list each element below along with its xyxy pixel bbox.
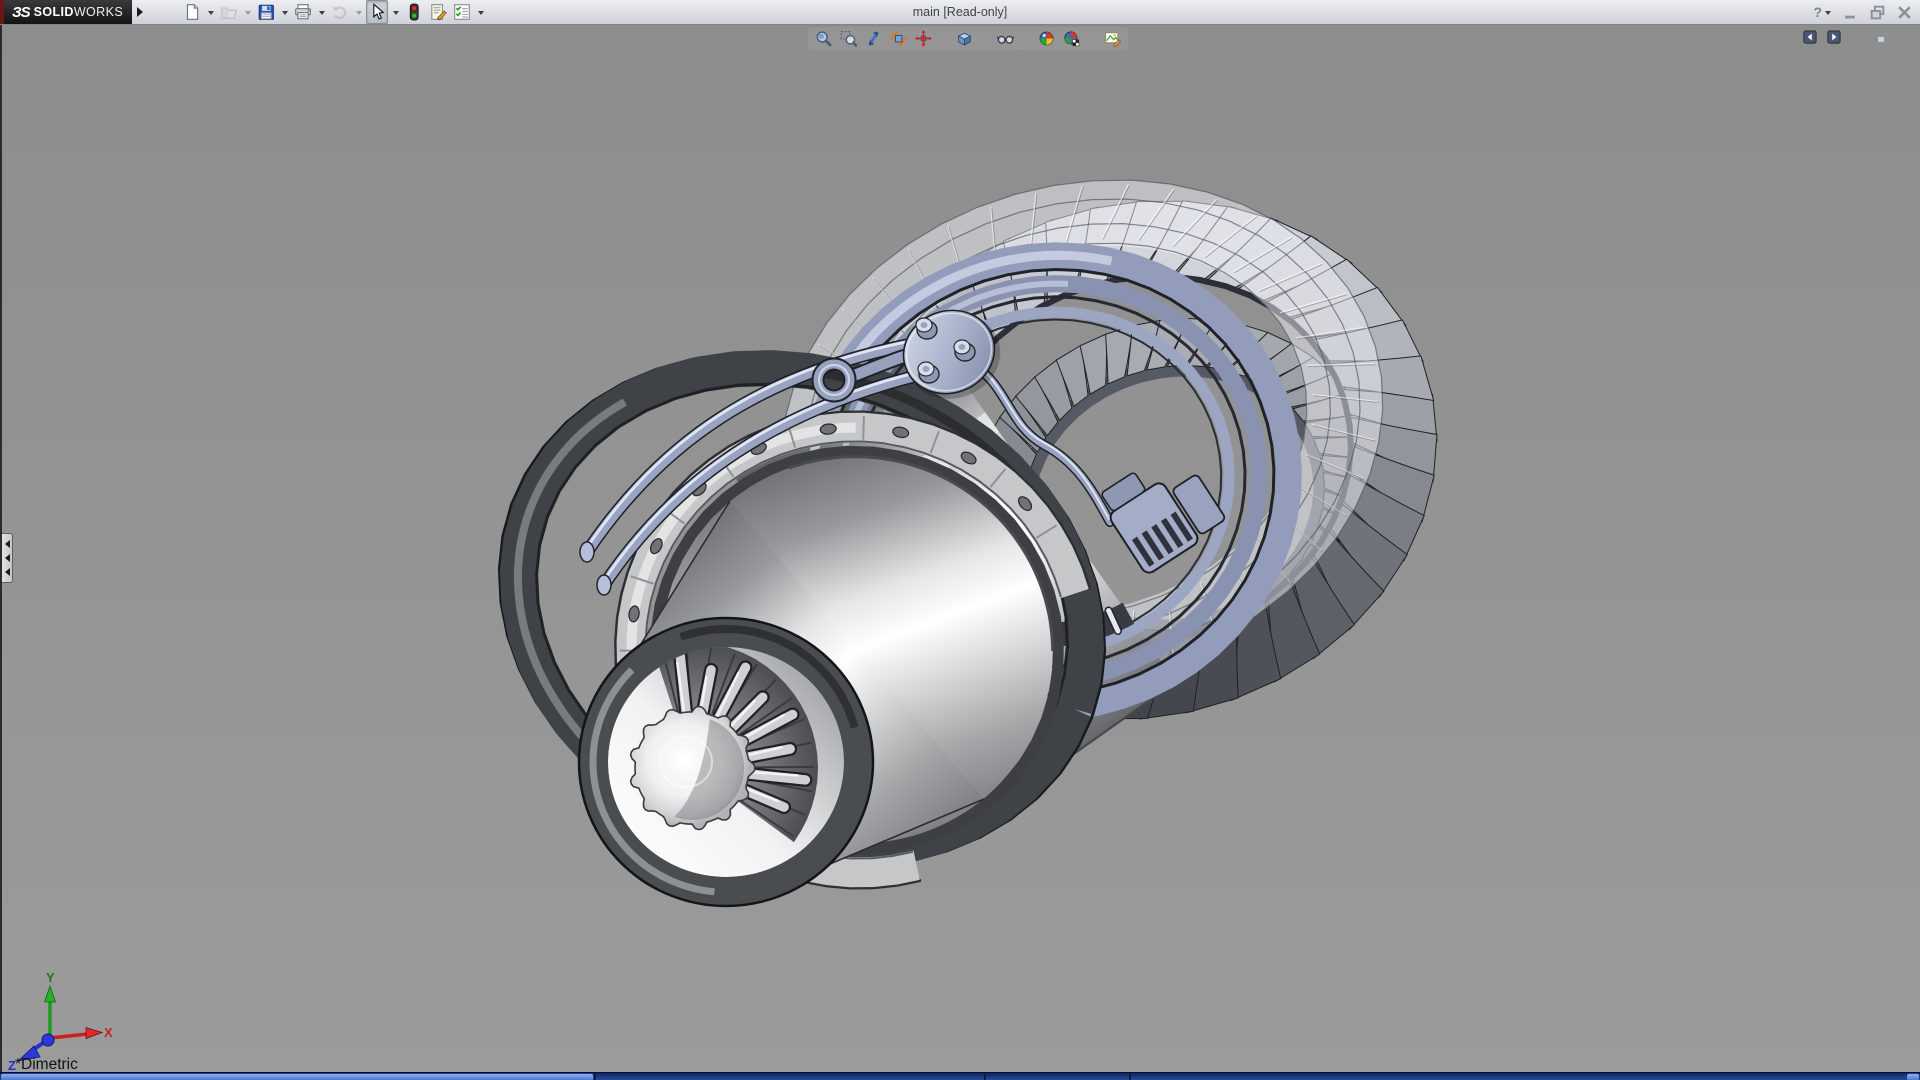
zoom-to-fit-button[interactable] [814,29,833,48]
solidworks-logo-text: SOLIDWORKS [34,5,123,19]
triad-x-label: X [104,1025,113,1040]
taskbar-button-segment[interactable] [1131,1073,1906,1080]
open-button[interactable] [218,0,240,24]
rotate-view-icon [890,30,907,47]
zoom-to-fit-icon [815,30,832,47]
doc-close-button[interactable] [1898,29,1914,45]
print-button-dropdown[interactable] [319,11,325,18]
zoom-in-out-button[interactable] [864,29,883,48]
title-window-controls: ? [1813,0,1914,24]
print-button[interactable] [292,0,314,24]
rotate-view-button[interactable] [889,29,908,48]
solidworks-logo: ЗS SOLIDWORKS [0,0,132,24]
taskbar-button-segment[interactable] [986,1073,1129,1080]
options-button[interactable] [451,0,473,24]
display-style-icon [956,30,973,47]
minimize-button[interactable] [1840,2,1860,22]
help-button[interactable]: ? [1813,2,1833,22]
pane-right-icon [1827,30,1841,44]
undo-button[interactable] [329,0,351,24]
select-button[interactable] [366,0,388,24]
zoom-in-out-icon [865,30,882,47]
feature-pane-collapsed-tab[interactable] [2,533,13,583]
close-icon [1896,4,1913,21]
doc-minimize-button[interactable] [1850,29,1866,45]
help-glyph: ? [1813,4,1822,20]
zoom-to-area-button[interactable] [839,29,858,48]
graphics-viewport[interactable]: YXZ *Dimetric [0,25,1920,1072]
open-folder-icon [220,3,238,21]
solidworks-window: ЗS SOLIDWORKS main [Read-only] ? YXZ *Di… [0,0,1920,1080]
edit-appearance-icon [1104,30,1121,47]
close-icon [1899,30,1914,45]
help-dropdown[interactable] [1825,11,1831,18]
minimize-icon [1851,30,1866,45]
flyout-arrow-icon [135,6,145,18]
select-cursor-icon [368,3,386,21]
new-document-button-dropdown[interactable] [208,11,214,18]
taskbar-tray-edge[interactable] [1906,1073,1920,1080]
rebuild-icon [405,3,423,21]
file-properties-icon [429,3,447,21]
taskbar-button-segment[interactable] [0,1073,594,1080]
restore-icon [1869,4,1886,21]
select-button-dropdown[interactable] [393,11,399,18]
open-button-dropdown[interactable] [245,11,251,18]
realview-button[interactable] [1062,29,1081,48]
taskbar-button-segment[interactable] [596,1073,984,1080]
options-button-dropdown[interactable] [478,11,484,18]
pan-icon [915,30,932,47]
save-icon [257,3,275,21]
pane-left-icon [1803,30,1817,44]
close-button[interactable] [1894,2,1914,22]
view-orientation-icon [997,30,1014,47]
doc-restore-button[interactable] [1874,29,1890,45]
triad-y-label: Y [46,970,55,985]
file-properties-button[interactable] [427,0,449,24]
view-toolbar [808,27,1128,50]
apply-scene-button[interactable] [1037,29,1056,48]
title-bar: ЗS SOLIDWORKS main [Read-only] ? [0,0,1920,25]
pan-button[interactable] [914,29,933,48]
restore-icon [1875,30,1890,45]
view-orientation-button[interactable] [996,29,1015,48]
rebuild-button[interactable] [403,0,425,24]
new-document-icon [183,3,201,21]
chevron-left-icon [1,568,10,576]
toolbar-flyout-arrow[interactable] [133,3,147,21]
taskbar-strip [0,1072,1920,1080]
display-style-button[interactable] [955,29,974,48]
print-icon [294,3,312,21]
minimize-icon [1842,4,1859,21]
main-toolbar [181,0,486,24]
restore-button[interactable] [1867,2,1887,22]
apply-scene-icon [1038,30,1055,47]
zoom-to-area-icon [840,30,857,47]
options-icon [453,3,471,21]
save-button[interactable] [255,0,277,24]
document-window-controls [1802,29,1914,45]
save-button-dropdown[interactable] [282,11,288,18]
chevron-left-icon [1,540,10,548]
edit-appearance-button[interactable] [1103,29,1122,48]
solidworks-logo-mark: ЗS [12,4,30,21]
realview-icon [1063,30,1080,47]
pane-expand-right-button[interactable] [1826,29,1842,45]
viewport-3d-canvas[interactable]: YXZ [2,25,1920,1080]
chevron-left-icon [1,554,10,562]
new-document-button[interactable] [181,0,203,24]
undo-icon [331,3,349,21]
pane-collapse-left-button[interactable] [1802,29,1818,45]
undo-button-dropdown[interactable] [356,11,362,18]
